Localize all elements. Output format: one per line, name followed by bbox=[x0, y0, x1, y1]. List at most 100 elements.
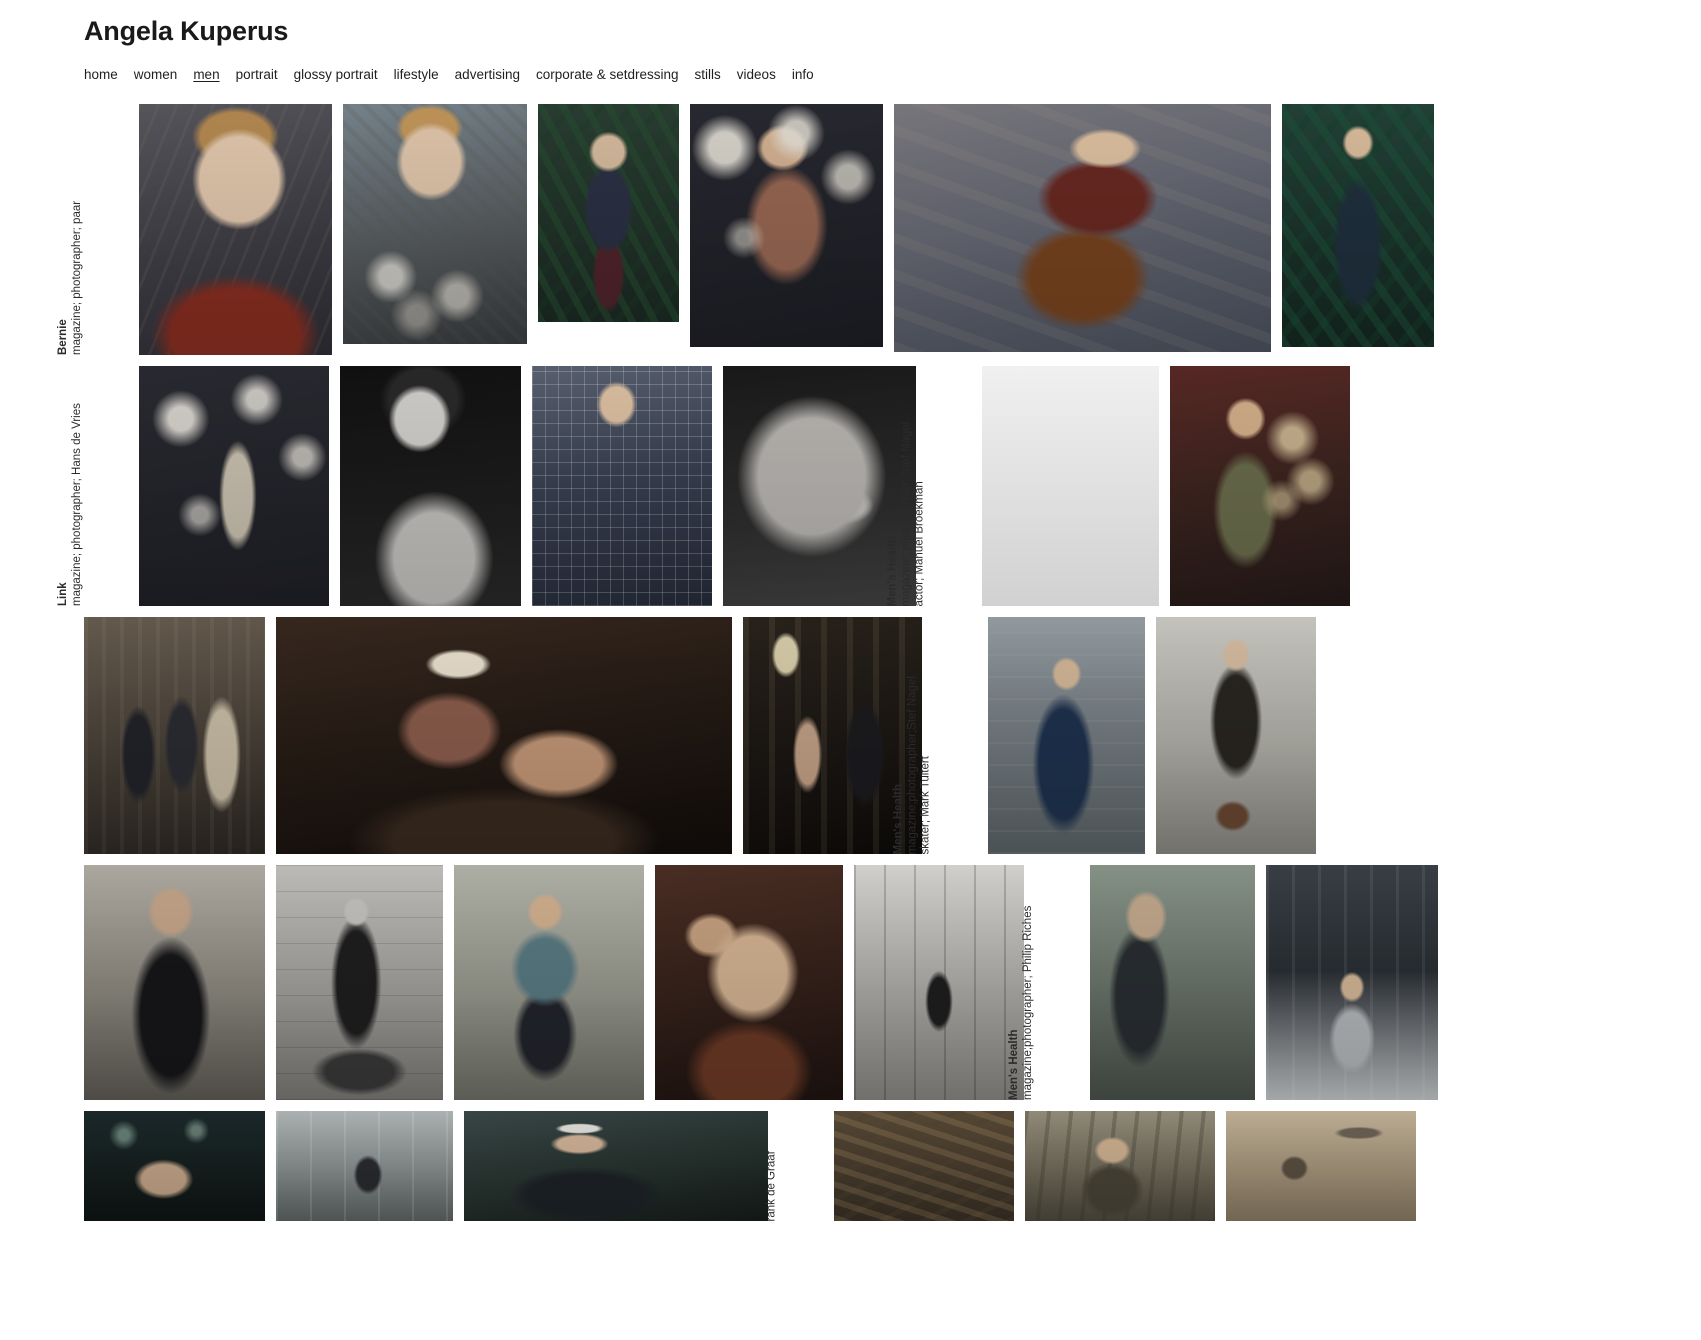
photo-hands-on-face-brown[interactable] bbox=[655, 865, 843, 1100]
caption-line: magazine;photographer; Philip Riches bbox=[1021, 905, 1034, 1100]
nav-item-stills[interactable]: stills bbox=[695, 66, 730, 85]
nav-item-women[interactable]: women bbox=[134, 66, 187, 85]
photo-beanie-looking-up[interactable] bbox=[464, 1111, 768, 1221]
nav-item-info[interactable]: info bbox=[792, 66, 823, 85]
photo-bernie-sunglasses-red-sweater[interactable] bbox=[139, 104, 332, 355]
photo-bw-man-smoking-suit[interactable] bbox=[982, 366, 1159, 606]
nav-item-videos[interactable]: videos bbox=[737, 66, 785, 85]
photo-checked-blazer-necklace[interactable] bbox=[532, 366, 712, 606]
photo-thumbnail-image bbox=[988, 617, 1145, 854]
photo-thumbnail-image bbox=[834, 1111, 1014, 1221]
portfolio-page: Angela Kuperus home women men portrait gloss… bbox=[0, 0, 1701, 1340]
photo-protea-wall-full-suit[interactable] bbox=[139, 366, 329, 606]
photo-thumbnail-image bbox=[1282, 104, 1434, 347]
photo-thumbnail-image bbox=[276, 1111, 453, 1221]
photo-thumbnail-image bbox=[84, 865, 265, 1100]
caption-title: Bernie bbox=[57, 319, 69, 355]
nav-item-men[interactable]: men bbox=[193, 66, 228, 85]
caption-slot: Men's Health magazine;photographer; Phili… bbox=[1008, 865, 1079, 1100]
photo-thumbnail-image bbox=[464, 1111, 768, 1221]
nav-item-glossy-portrait[interactable]: glossy portrait bbox=[294, 66, 387, 85]
photo-boat-on-sand[interactable] bbox=[1226, 1111, 1416, 1221]
caption-line: rank de Graaf bbox=[765, 1150, 778, 1221]
photo-gallery: Bernie magazine; photographer; paar Link ma… bbox=[0, 104, 1701, 1221]
photo-thumbnail-image bbox=[139, 104, 332, 355]
photo-thumbnail-image bbox=[1090, 865, 1255, 1100]
gallery-row: Bernie magazine; photographer; paar bbox=[0, 104, 1701, 355]
nav-item-portrait[interactable]: portrait bbox=[236, 66, 287, 85]
photo-jungle-wallpaper-seated[interactable] bbox=[538, 104, 679, 322]
page-title: Angela Kuperus bbox=[84, 16, 289, 46]
photo-fallen-logs-forest[interactable] bbox=[834, 1111, 1014, 1221]
photo-thumbnail-image bbox=[84, 617, 265, 854]
nav-item-corporate-setdressing[interactable]: corporate & setdressing bbox=[536, 66, 688, 85]
caption-title: Link bbox=[57, 582, 69, 606]
photo-credit-caption: rank de Graaf bbox=[766, 1151, 780, 1221]
caption-slot: rank de Graaf bbox=[766, 1111, 823, 1221]
photo-thumbnail-image bbox=[655, 865, 843, 1100]
photo-bodycheck-hockey-stick[interactable] bbox=[1090, 865, 1255, 1100]
caption-line: magazine; photographer; Hans de Vries bbox=[70, 403, 83, 606]
gallery-row: rank de Graaf bbox=[0, 1111, 1701, 1221]
photo-man-forest-coat[interactable] bbox=[1025, 1111, 1215, 1221]
photo-ice-rink-hockey-player[interactable] bbox=[1266, 865, 1438, 1100]
photo-blue-coat-canal-street[interactable] bbox=[988, 617, 1145, 854]
gallery-row: Men's Health magazine;photographer;Stef N… bbox=[0, 617, 1701, 854]
photo-thumbnail-image bbox=[340, 366, 521, 606]
caption-line: skater; Mark Tuitert bbox=[919, 755, 932, 854]
caption-title: Men's Health bbox=[886, 535, 899, 606]
photo-couch-hat-couple[interactable] bbox=[276, 617, 732, 854]
photo-bw-curly-hair-profile[interactable] bbox=[340, 366, 521, 606]
photo-thumbnail-image bbox=[1156, 617, 1316, 854]
photo-credit-caption: Men's Health magazine; photographer; Stef… bbox=[887, 421, 928, 606]
caption-line: actor; Manuel Broekman bbox=[913, 480, 926, 606]
caption-line: magazine; photographer; paar bbox=[70, 200, 83, 355]
photo-credit-caption: Men's Health magazine;photographer; Phili… bbox=[1008, 906, 1035, 1100]
caption-slot: Bernie magazine; photographer; paar bbox=[57, 104, 128, 355]
photo-dark-jacket-wall-lean[interactable] bbox=[84, 865, 265, 1100]
photo-thumbnail-image bbox=[894, 104, 1271, 352]
caption-line: magazine;photographer;Stef Nagel bbox=[906, 675, 918, 854]
photo-protea-wallpaper-seated-boots[interactable] bbox=[690, 104, 883, 347]
photo-warm-flowers-green-jacket[interactable] bbox=[1170, 366, 1350, 606]
nav-item-home[interactable]: home bbox=[84, 66, 127, 85]
photo-telephone-blue-wall-seated[interactable] bbox=[894, 104, 1271, 352]
photo-thumbnail-image bbox=[982, 366, 1159, 606]
nav-item-advertising[interactable]: advertising bbox=[455, 66, 529, 85]
photo-thumbnail-image bbox=[1226, 1111, 1416, 1221]
main-navigation[interactable]: home women men portrait glossy portrait lifes… bbox=[84, 66, 830, 85]
caption-slot: Men's Health magazine;photographer;Stef N… bbox=[893, 617, 977, 854]
gallery-row: Link magazine; photographer; Hans de Vrie… bbox=[0, 366, 1701, 606]
photo-credit-caption: Link magazine; photographer; Hans de Vrie… bbox=[57, 403, 84, 606]
photo-thumbnail-image bbox=[854, 865, 1024, 1100]
caption-title: Men's Health bbox=[1008, 1029, 1020, 1100]
photo-thumbnail-image bbox=[1170, 366, 1350, 606]
photo-thumbnail-image bbox=[139, 366, 329, 606]
photo-thumbnail-image bbox=[1266, 865, 1438, 1100]
nav-item-lifestyle[interactable]: lifestyle bbox=[394, 66, 448, 85]
photo-trio-on-wall[interactable] bbox=[84, 617, 265, 854]
caption-slot: Link magazine; photographer; Hans de Vrie… bbox=[57, 366, 128, 606]
caption-title: Men's Health bbox=[892, 783, 905, 854]
photo-thumbnail-image bbox=[1025, 1111, 1215, 1221]
photo-thumbnail-image bbox=[343, 104, 527, 344]
photo-thumbnail-image bbox=[532, 366, 712, 606]
photo-bw-bicycle-brick-wall[interactable] bbox=[276, 865, 443, 1100]
photo-hooded-night-lights[interactable] bbox=[84, 1111, 265, 1221]
photo-denim-shirt-on-stool[interactable] bbox=[454, 865, 644, 1100]
photo-thumbnail-image bbox=[84, 1111, 265, 1221]
gallery-row: Men's Health magazine;photographer; Phili… bbox=[0, 865, 1701, 1100]
photo-thumbnail-image bbox=[538, 104, 679, 322]
photo-glass-corridor-figure[interactable] bbox=[276, 1111, 453, 1221]
photo-green-leaf-wall-standing[interactable] bbox=[1282, 104, 1434, 347]
photo-bw-tram-tracks-street[interactable] bbox=[854, 865, 1024, 1100]
photo-thumbnail-image bbox=[276, 865, 443, 1100]
photo-floral-jacket-hand-in-hair[interactable] bbox=[343, 104, 527, 344]
photo-credit-caption: Bernie magazine; photographer; paar bbox=[57, 201, 84, 355]
photo-credit-caption: Men's Health magazine;photographer;Stef N… bbox=[893, 676, 934, 854]
photo-thumbnail-image bbox=[690, 104, 883, 347]
caption-line: magazine; photographer; Stef Nagel bbox=[900, 421, 912, 606]
caption-slot: Men's Health magazine; photographer; Stef… bbox=[887, 366, 971, 606]
photo-man-on-stool-bare-feet[interactable] bbox=[1156, 617, 1316, 854]
photo-thumbnail-image bbox=[276, 617, 732, 854]
